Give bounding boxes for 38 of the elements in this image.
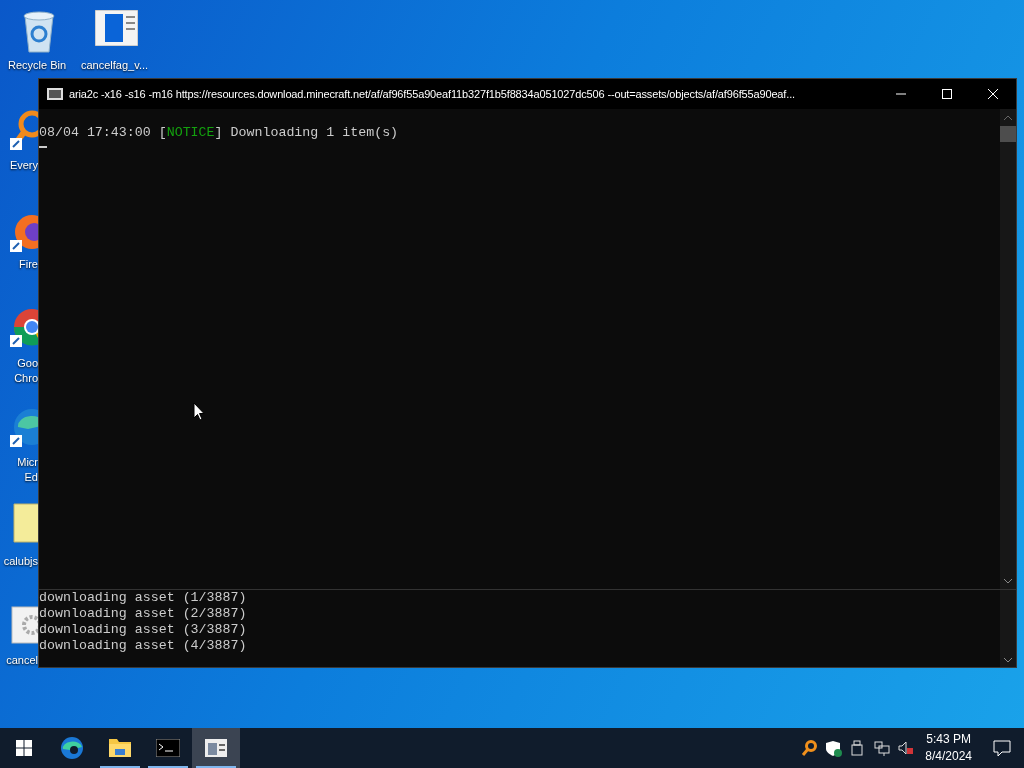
icon-label: Every [9, 158, 38, 173]
muted-speaker-icon[interactable] [896, 739, 914, 757]
magnifier-icon[interactable] [800, 739, 818, 757]
window-icon [205, 739, 227, 757]
console-line: 08/04 17:43:00 [NOTICE] Downloading 1 item(s) [39, 125, 399, 141]
browser-icon [60, 736, 84, 760]
network-icon[interactable] [872, 739, 890, 757]
scroll-up-icon[interactable] [1003, 114, 1013, 122]
icon-label: cancelfag_v... [81, 58, 149, 73]
icon-label: Recycle Bin [8, 58, 67, 73]
start-icon [16, 740, 32, 756]
icon-label: calubjs [3, 554, 38, 569]
scroll-down-icon[interactable] [1003, 577, 1013, 585]
icon-label: cancel [6, 653, 38, 668]
notification-icon[interactable] [993, 739, 1011, 757]
scroll-down-icon[interactable] [1003, 656, 1013, 664]
icon-label: Micr Ed [17, 455, 38, 485]
clock-date[interactable]: 8/4/2024 [925, 748, 972, 765]
console-line: downloading asset (2/3887) [39, 606, 247, 621]
document-icon[interactable] [95, 10, 138, 46]
maximize-icon [942, 89, 952, 99]
console-line: downloading asset (4/3887) [39, 638, 247, 653]
shield-icon[interactable] [824, 739, 842, 757]
clock-time[interactable]: 5:43 PM [925, 731, 972, 748]
folder-icon [108, 736, 132, 760]
icon-label: Goo Chro [14, 356, 38, 386]
close-icon [988, 89, 998, 99]
console-line: downloading asset (3/3887) [39, 622, 247, 637]
console-line: downloading asset (1/3887) [39, 590, 247, 605]
scrollbar-thumb[interactable] [1000, 126, 1016, 142]
settings-file-icon[interactable] [10, 605, 38, 645]
icon-label: Fire [19, 257, 38, 272]
cursor-icon [193, 402, 205, 421]
taskbar-button[interactable] [192, 728, 240, 768]
console-icon [47, 88, 63, 100]
terminal-icon [156, 739, 180, 757]
window-title: aria2c -x16 -s16 -m16 https://resources.download.minecraft.net/af/af96f55a90eaf11b327f1b5f8834a051027dc506 --out=assets/objects/af/af96f55a90eaf... [69, 86, 795, 102]
usb-drive-icon[interactable] [848, 739, 866, 757]
